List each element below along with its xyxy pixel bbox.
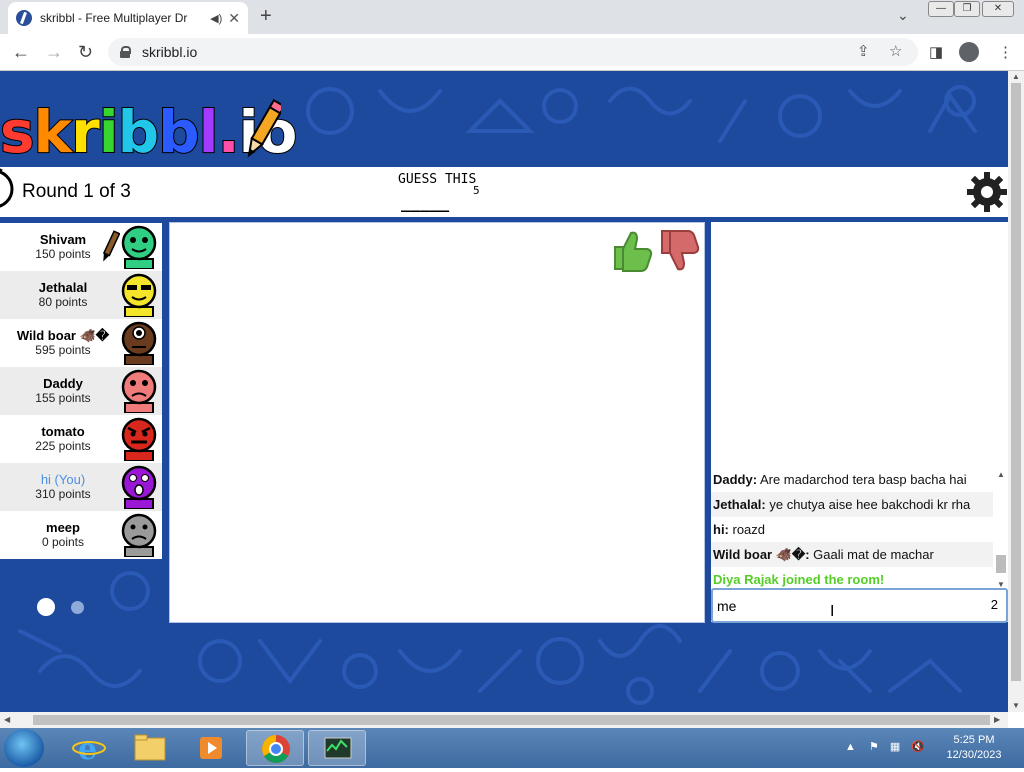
round-indicator: Round 1 of 3 [22, 181, 131, 202]
player-name: Daddy [43, 376, 83, 391]
minimize-button[interactable]: — [928, 1, 954, 17]
page-dot-active[interactable] [37, 598, 55, 616]
avatar [121, 225, 157, 269]
player-row-you[interactable]: hi (You) 310 points [0, 463, 162, 511]
chat-input-box[interactable]: 2 [711, 588, 1008, 623]
word-length: 5 [473, 184, 480, 197]
start-orb-icon[interactable] [4, 729, 44, 767]
player-name: Wild boar 🐗� [16, 328, 110, 343]
clock-time: 5:25 PM [953, 734, 995, 746]
player-row[interactable]: Wild boar 🐗� 595 points [0, 319, 162, 367]
drawing-canvas[interactable] [169, 222, 705, 623]
windows-taskbar: e ▲ ⚑ ▦ 🔇 5:25 PM 12/30/2023 [0, 728, 1024, 768]
player-points: 225 points [35, 439, 91, 453]
address-bar[interactable]: skribbl.io [108, 38, 918, 66]
avatar [121, 417, 157, 461]
restore-button[interactable]: ❐ [954, 1, 980, 17]
game-header: Round 1 of 3 GUESS THIS 5 _____ [0, 167, 1008, 217]
logo-pencil-icon [247, 99, 281, 158]
media-player-icon[interactable] [182, 730, 240, 766]
forward-arrow-icon[interactable]: → [45, 42, 63, 63]
chat-message: Daddy: Are madarchod tera basp bacha hai [713, 472, 967, 487]
back-arrow-icon[interactable]: ← [12, 42, 30, 63]
skribbl-favicon-icon [16, 10, 32, 26]
chat-messages: Daddy: Are madarchod tera basp bacha hai… [711, 467, 993, 592]
char-count: 2 [990, 597, 998, 612]
player-name: Jethalal [38, 280, 88, 295]
player-row[interactable]: Jethalal 80 points [0, 271, 162, 319]
page-horizontal-scrollbar[interactable]: ◀ ▶ [0, 712, 1008, 728]
side-panel-icon[interactable]: ◨ [929, 43, 943, 61]
page-dot[interactable] [71, 601, 85, 614]
player-points: 80 points [38, 295, 88, 309]
player-row[interactable]: meep 0 points [0, 511, 162, 559]
pagination-dots [37, 598, 85, 621]
toolbar: ← → ↻ skribbl.io ⇪ ☆ ◨ ⋮ [0, 34, 1024, 71]
page-vertical-scrollbar[interactable]: ▲ ▼ [1008, 71, 1024, 712]
action-center-flag-icon[interactable]: ⚑ [869, 741, 879, 753]
avatar [121, 273, 157, 317]
file-explorer-icon[interactable] [121, 730, 179, 766]
guess-this-label: GUESS THIS [398, 172, 477, 187]
new-tab-button[interactable]: + [260, 5, 272, 28]
chat-message: hi: roazd [713, 522, 766, 537]
thumbs-down-icon[interactable] [656, 227, 700, 273]
avatar [121, 321, 157, 365]
system-tray: ▲ ⚑ ▦ 🔇 [845, 740, 925, 753]
chat-scrollbar[interactable]: ▲ ▼ [995, 470, 1007, 590]
timer-clock-icon [0, 168, 14, 208]
browser-tab[interactable]: skribbl - Free Multiplayer Dr ◀) ✕ [8, 2, 248, 34]
close-window-button[interactable]: ✕ [982, 1, 1014, 17]
avatar [121, 513, 157, 557]
player-points: 155 points [35, 391, 91, 405]
settings-gear-icon[interactable] [966, 171, 1008, 213]
player-row[interactable]: tomato 225 points [0, 415, 162, 463]
taskbar-clock[interactable]: 5:25 PM 12/30/2023 [936, 733, 1012, 763]
clock-date: 12/30/2023 [946, 749, 1002, 761]
skribbl-page: skribbl.io Round 1 of 3 GUESS THIS 5 ___… [0, 71, 1008, 712]
player-points: 310 points [35, 487, 91, 501]
show-hidden-icons-icon[interactable]: ▲ [845, 741, 856, 753]
tab-strip: skribbl - Free Multiplayer Dr ◀) ✕ + ⌄ —… [0, 0, 1024, 34]
url-text: skribbl.io [142, 44, 198, 60]
task-manager-icon[interactable] [308, 730, 366, 766]
chrome-icon[interactable] [246, 730, 304, 766]
word-blanks: _____ [401, 193, 450, 212]
thumbs-up-icon[interactable] [609, 227, 653, 273]
text-cursor-icon: I [830, 603, 835, 620]
vertical-scroll-thumb[interactable] [1011, 83, 1021, 681]
close-tab-icon[interactable]: ✕ [228, 10, 240, 27]
avatar [121, 465, 157, 509]
network-icon[interactable]: ▦ [890, 741, 900, 753]
tab-title: skribbl - Free Multiplayer Dr [40, 11, 188, 25]
avatar [121, 369, 157, 413]
volume-muted-icon[interactable]: 🔇 [911, 741, 925, 753]
chat-message: Wild boar 🐗�: Gaali mat de machar [711, 542, 993, 567]
bookmark-star-icon[interactable]: ☆ [889, 42, 902, 60]
player-row[interactable]: Daddy 155 points [0, 367, 162, 415]
player-name: tomato [41, 424, 85, 439]
lock-icon[interactable] [120, 46, 131, 58]
player-name: hi (You) [40, 472, 86, 487]
reload-icon[interactable]: ↻ [78, 42, 93, 63]
chat-panel: Daddy: Are madarchod tera basp bacha hai… [711, 222, 1008, 622]
chat-message: Jethalal: ye chutya aise hee bakchodi kr… [711, 492, 993, 517]
player-row[interactable]: Shivam 150 points [0, 223, 162, 271]
profile-avatar-icon[interactable] [959, 42, 979, 62]
player-name: meep [46, 520, 80, 535]
tab-search-chevron-icon[interactable]: ⌄ [897, 7, 909, 24]
player-points: 595 points [35, 343, 91, 357]
svg-text:e: e [78, 732, 97, 766]
horizontal-scroll-thumb[interactable] [33, 715, 990, 725]
share-icon[interactable]: ⇪ [857, 42, 870, 60]
menu-kebab-icon[interactable]: ⋮ [998, 43, 1013, 61]
internet-explorer-icon[interactable]: e [60, 730, 118, 767]
player-list: Shivam 150 points Jethalal 80 points Wild … [0, 223, 162, 559]
chat-scroll-thumb[interactable] [996, 555, 1006, 573]
speaker-icon[interactable]: ◀) [210, 12, 222, 25]
guess-input[interactable] [717, 596, 967, 616]
player-points: 0 points [41, 535, 85, 549]
